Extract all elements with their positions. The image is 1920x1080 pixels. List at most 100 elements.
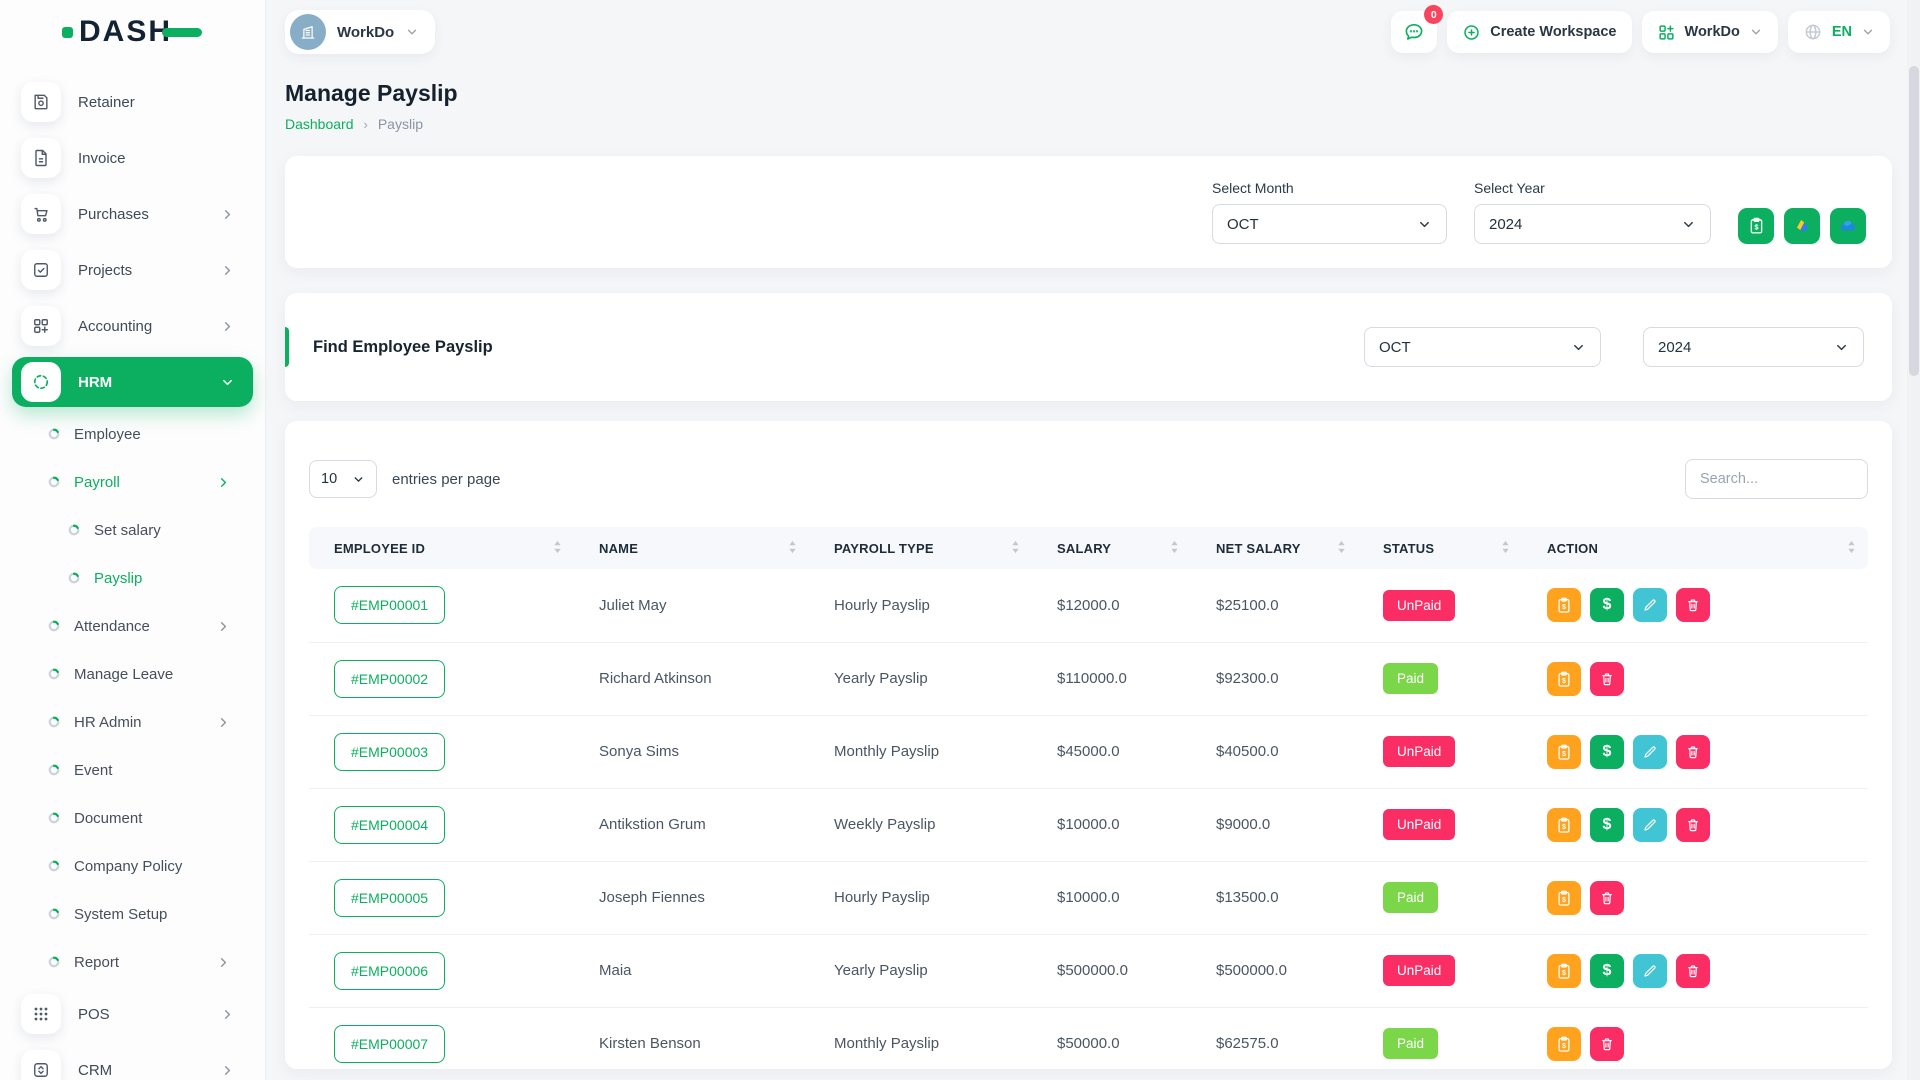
delete-button[interactable] [1590, 1027, 1624, 1061]
view-payslip-button[interactable]: $ [1547, 1027, 1581, 1061]
delete-button[interactable] [1676, 588, 1710, 622]
generate-payslip-button[interactable]: $ [1738, 208, 1774, 244]
sort-icon[interactable] [788, 540, 797, 557]
dollar-icon: $ [1603, 963, 1612, 979]
sidebar-item-attendance[interactable]: Attendance [12, 602, 253, 650]
workspace-switcher[interactable]: WorkDo [285, 10, 435, 54]
sidebar-item-label: Attendance [74, 618, 150, 635]
employee-id-badge[interactable]: #EMP00004 [334, 806, 445, 844]
sort-icon[interactable] [1011, 540, 1020, 557]
trash-icon [1599, 1036, 1615, 1052]
ring-icon [48, 476, 60, 488]
edit-button[interactable] [1633, 588, 1667, 622]
sidebar-item-invoice[interactable]: Invoice [12, 130, 253, 186]
employee-id-badge[interactable]: #EMP00001 [334, 586, 445, 624]
sidebar-item-label: Report [74, 954, 119, 971]
employee-id-badge[interactable]: #EMP00005 [334, 879, 445, 917]
employee-id-badge[interactable]: #EMP00003 [334, 733, 445, 771]
sort-icon[interactable] [1337, 540, 1346, 557]
chevron-right-icon [216, 955, 231, 970]
sidebar-item-payslip[interactable]: Payslip [12, 554, 253, 602]
sidebar-item-label: Event [74, 762, 112, 779]
page-scrollbar[interactable] [1907, 0, 1920, 1080]
column-header-action[interactable]: ACTION [1522, 527, 1868, 569]
sidebar-item-system-setup[interactable]: System Setup [12, 890, 253, 938]
delete-button[interactable] [1676, 735, 1710, 769]
column-header-status[interactable]: STATUS [1358, 527, 1522, 569]
delete-button[interactable] [1590, 881, 1624, 915]
view-payslip-button[interactable]: $ [1547, 735, 1581, 769]
view-payslip-button[interactable]: $ [1547, 954, 1581, 988]
sort-icon[interactable] [553, 540, 562, 557]
search-input[interactable] [1685, 459, 1868, 499]
column-header-name[interactable]: NAME [574, 527, 809, 569]
create-workspace-label: Create Workspace [1490, 24, 1616, 40]
employee-id-badge[interactable]: #EMP00007 [334, 1025, 445, 1063]
column-header-salary[interactable]: SALARY [1032, 527, 1191, 569]
find-month-select[interactable]: OCT [1364, 327, 1601, 367]
status-badge: UnPaid [1383, 590, 1455, 621]
employee-id-badge[interactable]: #EMP00006 [334, 952, 445, 990]
workdo-menu-button[interactable]: WorkDo [1642, 11, 1778, 53]
year-select[interactable]: 2024 [1474, 204, 1711, 244]
employee-name: Joseph Fiennes [574, 861, 809, 934]
edit-button[interactable] [1633, 808, 1667, 842]
sidebar-item-crm[interactable]: CRM [12, 1042, 253, 1080]
sidebar-item-pos[interactable]: POS [12, 986, 253, 1042]
app-logo[interactable]: DASH [0, 0, 265, 64]
language-selector[interactable]: EN [1788, 11, 1890, 53]
sidebar-item-employee[interactable]: Employee [12, 410, 253, 458]
delete-button[interactable] [1590, 662, 1624, 696]
drive-export-button[interactable] [1784, 208, 1820, 244]
create-workspace-button[interactable]: Create Workspace [1447, 11, 1631, 53]
sidebar-item-retainer[interactable]: Retainer [12, 74, 253, 130]
sidebar-item-set-salary[interactable]: Set salary [12, 506, 253, 554]
messages-button[interactable]: 0 [1391, 11, 1437, 53]
pay-button[interactable]: $ [1590, 954, 1624, 988]
payroll-type: Hourly Payslip [809, 861, 1032, 934]
svg-text:$: $ [1754, 222, 1759, 231]
sort-icon[interactable] [1170, 540, 1179, 557]
payroll-type: Monthly Payslip [809, 715, 1032, 788]
trash-icon [1685, 744, 1701, 760]
view-payslip-button[interactable]: $ [1547, 881, 1581, 915]
month-select[interactable]: OCT [1212, 204, 1447, 244]
sidebar-item-projects[interactable]: Projects [12, 242, 253, 298]
column-header-employee-id[interactable]: EMPLOYEE ID [309, 527, 574, 569]
sidebar-item-purchases[interactable]: Purchases [12, 186, 253, 242]
pay-button[interactable]: $ [1590, 588, 1624, 622]
sidebar-item-hrm[interactable]: HRM [12, 357, 253, 407]
sidebar-item-company-policy[interactable]: Company Policy [12, 842, 253, 890]
pay-button[interactable]: $ [1590, 808, 1624, 842]
column-header-net-salary[interactable]: NET SALARY [1191, 527, 1358, 569]
pencil-icon [1642, 597, 1658, 613]
onedrive-export-button[interactable] [1830, 208, 1866, 244]
delete-button[interactable] [1676, 808, 1710, 842]
page-size-select[interactable]: 10 [309, 460, 377, 498]
sidebar-item-document[interactable]: Document [12, 794, 253, 842]
sidebar-item-report[interactable]: Report [12, 938, 253, 986]
edit-button[interactable] [1633, 954, 1667, 988]
pay-button[interactable]: $ [1590, 735, 1624, 769]
sidebar-item-event[interactable]: Event [12, 746, 253, 794]
scrollbar-thumb[interactable] [1909, 66, 1919, 376]
find-year-select[interactable]: 2024 [1643, 327, 1864, 367]
crm-frame-icon [21, 1050, 61, 1080]
view-payslip-button[interactable]: $ [1547, 662, 1581, 696]
employee-id-badge[interactable]: #EMP00002 [334, 660, 445, 698]
sidebar-item-hr-admin[interactable]: HR Admin [12, 698, 253, 746]
delete-button[interactable] [1676, 954, 1710, 988]
sidebar-item-manage-leave[interactable]: Manage Leave [12, 650, 253, 698]
column-header-payroll-type[interactable]: PAYROLL TYPE [809, 527, 1032, 569]
payroll-type: Hourly Payslip [809, 569, 1032, 642]
edit-button[interactable] [1633, 735, 1667, 769]
view-payslip-button[interactable]: $ [1547, 588, 1581, 622]
column-header-label: EMPLOYEE ID [334, 541, 425, 556]
sort-icon[interactable] [1847, 540, 1856, 557]
breadcrumb-dashboard-link[interactable]: Dashboard [285, 116, 354, 132]
sort-icon[interactable] [1501, 540, 1510, 557]
breadcrumb: Dashboard › Payslip [285, 116, 1892, 132]
view-payslip-button[interactable]: $ [1547, 808, 1581, 842]
sidebar-item-accounting[interactable]: Accounting [12, 298, 253, 354]
sidebar-item-payroll[interactable]: Payroll [12, 458, 253, 506]
